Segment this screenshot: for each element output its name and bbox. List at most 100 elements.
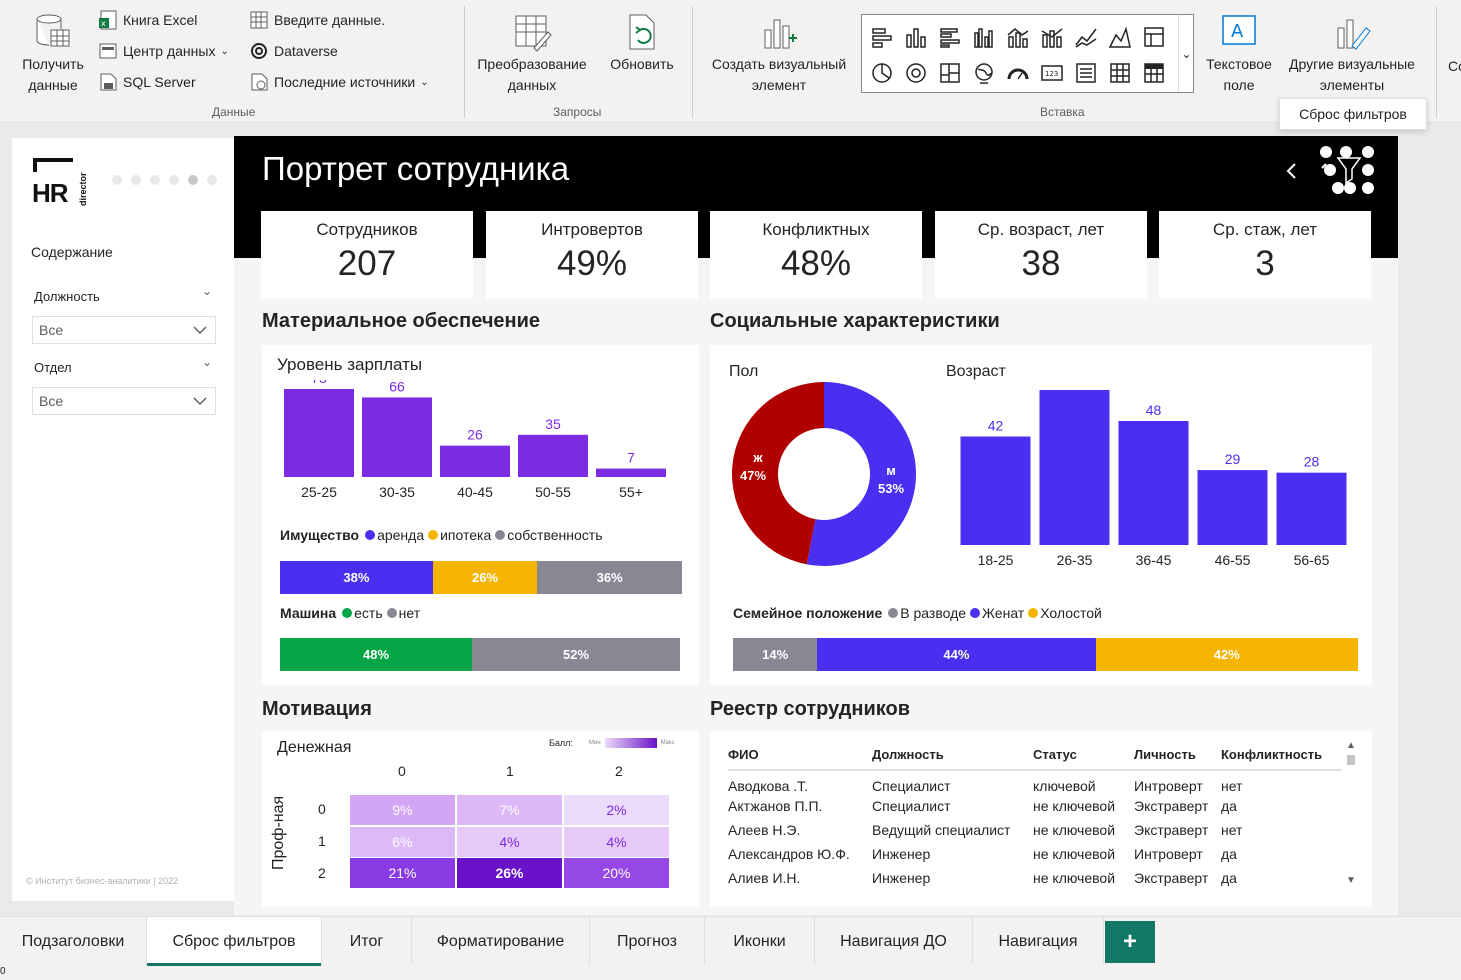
section-title-motivation: Мотивация: [262, 698, 372, 720]
gauge-icon[interactable]: [1006, 61, 1030, 85]
refresh-icon: [629, 14, 655, 50]
column-header[interactable]: Статус: [1033, 740, 1134, 770]
scroll-thumb[interactable]: [1347, 755, 1355, 765]
treemap-icon[interactable]: [938, 61, 962, 85]
page-dot[interactable]: [207, 175, 217, 185]
column-header[interactable]: ФИО: [728, 740, 872, 770]
heatmap-cell: 26%: [457, 858, 562, 888]
legend-dot: [888, 608, 899, 618]
category-label: 56-65: [1294, 552, 1330, 568]
matrix-icon[interactable]: [1142, 61, 1166, 85]
collapse-chevron-icon[interactable]: ⌄: [202, 284, 212, 298]
bar-40-45[interactable]: [440, 445, 510, 477]
tab-summary[interactable]: Итог: [322, 917, 412, 965]
enter-data-button[interactable]: Введите данные.: [249, 10, 385, 30]
table-row[interactable]: Алеев Н.Э. Ведущий специалист не ключевой Э…: [728, 818, 1341, 842]
tab-icons[interactable]: Иконки: [705, 917, 815, 965]
reset-filters-icon[interactable]: [1314, 142, 1382, 200]
scroll-up-icon[interactable]: ▲: [1344, 740, 1358, 751]
tab-subheadings[interactable]: Подзаголовки: [0, 917, 147, 965]
excel-button[interactable]: x Книга Excel: [98, 10, 197, 30]
position-dropdown[interactable]: Все: [32, 316, 216, 344]
clustered-column-icon[interactable]: [972, 25, 996, 49]
donut-chart-icon[interactable]: [904, 61, 928, 85]
pie-chart-icon[interactable]: [870, 61, 894, 85]
property-legend: Имущество аренда ипотека собственность: [280, 527, 603, 543]
tab-forecast[interactable]: Прогноз: [590, 917, 705, 965]
recent-sources-button[interactable]: Последние источники ⌄: [249, 72, 429, 92]
table-visual-icon[interactable]: [1142, 25, 1166, 49]
line-column-icon[interactable]: [1006, 25, 1030, 49]
data-label: 73: [311, 380, 327, 386]
salary-chart-title: Уровень зарплаты: [277, 355, 423, 374]
table-cell: да: [1221, 846, 1237, 862]
bar-55+[interactable]: [596, 468, 666, 477]
bar-18-25[interactable]: [960, 436, 1031, 546]
table-cell: не ключевой: [1033, 870, 1116, 886]
card-icon[interactable]: 123: [1040, 61, 1064, 85]
kpi-value: 38: [1021, 244, 1061, 283]
scroll-down-icon[interactable]: ▼: [1344, 875, 1358, 886]
sql-server-button[interactable]: SQL Server: [98, 72, 196, 92]
bar-30-35[interactable]: [362, 397, 432, 477]
column-header[interactable]: Конфликтность: [1221, 740, 1341, 770]
kpi-card-introverts: Интровертов 49%: [486, 211, 698, 299]
filter-sidebar: HR director Содержание Должность ⌄ Все О…: [12, 138, 234, 901]
heatmap-cell: 7%: [457, 795, 562, 825]
data-center-button[interactable]: Центр данных ⌄: [98, 41, 229, 61]
table-row[interactable]: Аводкова .Т. Специалист ключевой Интроверт н…: [728, 770, 1341, 794]
area-chart-icon[interactable]: [1108, 25, 1132, 49]
get-data-label: Получить данные: [22, 56, 84, 93]
page-dot[interactable]: [150, 175, 160, 185]
tab-navigation-do[interactable]: Навигация ДО: [815, 917, 973, 965]
column-header[interactable]: Личность: [1134, 740, 1221, 770]
bar-36-45[interactable]: [1118, 421, 1189, 545]
registry-scrollbar[interactable]: ▲ ▼: [1344, 740, 1358, 886]
get-data-button[interactable]: Получить данные: [14, 12, 92, 96]
tab-reset-filters[interactable]: Сброс фильтров: [147, 917, 322, 967]
column-header[interactable]: Должность: [872, 740, 1033, 770]
tab-navigation[interactable]: Навигация: [973, 917, 1104, 965]
textbox-button[interactable]: A Текстовое поле: [1200, 12, 1278, 96]
bar-segment-owned: 36%: [537, 561, 682, 594]
map-icon[interactable]: [972, 61, 996, 85]
female-value: 47%: [740, 468, 767, 483]
dataverse-button[interactable]: Dataverse: [249, 41, 338, 61]
create-visual-button[interactable]: Создать визуальный элемент: [704, 12, 854, 96]
bar-50-55[interactable]: [518, 434, 588, 477]
page-dot[interactable]: [112, 175, 122, 185]
stacked-bar-icon[interactable]: [870, 25, 894, 49]
line-chart-icon[interactable]: [1074, 25, 1098, 49]
dept-dropdown[interactable]: Все: [32, 387, 216, 415]
gallery-expand-icon[interactable]: ⌄: [1178, 15, 1194, 92]
table-grid-icon[interactable]: [1108, 61, 1132, 85]
bar-25-25[interactable]: [284, 389, 354, 477]
table-row[interactable]: Александров Ю.Ф. Инженер не ключевой Интров…: [728, 842, 1341, 866]
excel-icon: x: [99, 10, 117, 30]
legend-item: собственность: [507, 527, 603, 543]
transform-data-button[interactable]: Преобразование данных: [476, 12, 588, 96]
refresh-button[interactable]: Обновить: [603, 12, 681, 75]
clustered-bar-icon[interactable]: [938, 25, 962, 49]
collapse-chevron-icon[interactable]: ⌄: [202, 355, 212, 369]
chevron-left-icon[interactable]: [1284, 160, 1300, 182]
tab-formatting[interactable]: Форматирование: [412, 917, 590, 965]
section-title-social: Социальные характеристики: [710, 310, 1000, 332]
table-cell: Алеев Н.Э.: [728, 822, 801, 838]
bar-46-55[interactable]: [1197, 470, 1268, 545]
multi-row-card-icon[interactable]: [1074, 61, 1098, 85]
page-dot[interactable]: [131, 175, 141, 185]
page-dot[interactable]: [169, 175, 179, 185]
add-page-button[interactable]: +: [1105, 921, 1155, 963]
page-dot-active[interactable]: [188, 175, 198, 185]
table-row[interactable]: Алиев И.Н. Инженер не ключевой Экстраверт да: [728, 866, 1341, 890]
legend-dot: [495, 530, 506, 540]
stacked-column-icon[interactable]: [904, 25, 928, 49]
position-filter-label: Должность: [34, 289, 100, 304]
bar-26-35[interactable]: [1039, 390, 1110, 545]
bar-56-65[interactable]: [1276, 472, 1347, 545]
ribbon-chart-icon[interactable]: [1040, 25, 1064, 49]
cut-off-button[interactable]: Co: [1448, 58, 1461, 74]
table-row[interactable]: Актжанов П.П. Специалист не ключевой Экстра…: [728, 794, 1341, 818]
other-visuals-button[interactable]: Другие визуальные элементы: [1280, 12, 1424, 96]
